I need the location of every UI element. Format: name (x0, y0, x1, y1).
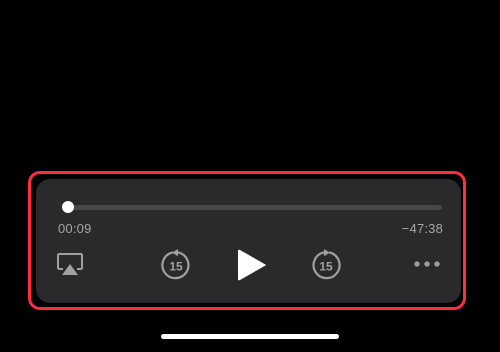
play-icon (238, 249, 266, 281)
elapsed-time: 00:09 (58, 221, 92, 236)
skip-back-15-button[interactable]: 15 (159, 248, 193, 282)
skip-forward-15-icon: 15 (312, 249, 341, 280)
skip-forward-seconds-label: 15 (319, 260, 333, 274)
remaining-time: −47:38 (401, 221, 443, 236)
screen: 00:09 −47:38 15 15 (0, 0, 500, 352)
skip-back-15-icon: 15 (161, 249, 190, 280)
airplay-button[interactable] (55, 251, 85, 279)
skip-back-seconds-label: 15 (169, 260, 183, 274)
home-indicator[interactable] (161, 334, 339, 339)
play-button[interactable] (234, 245, 270, 285)
playback-scrubber[interactable] (61, 201, 442, 213)
airplay-icon (57, 253, 83, 275)
skip-forward-15-button[interactable]: 15 (309, 248, 343, 282)
more-ellipsis-icon (414, 261, 440, 267)
more-options-button[interactable] (412, 256, 442, 272)
scrubber-knob[interactable] (61, 201, 74, 213)
playback-controls-panel: 00:09 −47:38 15 15 (36, 179, 461, 303)
